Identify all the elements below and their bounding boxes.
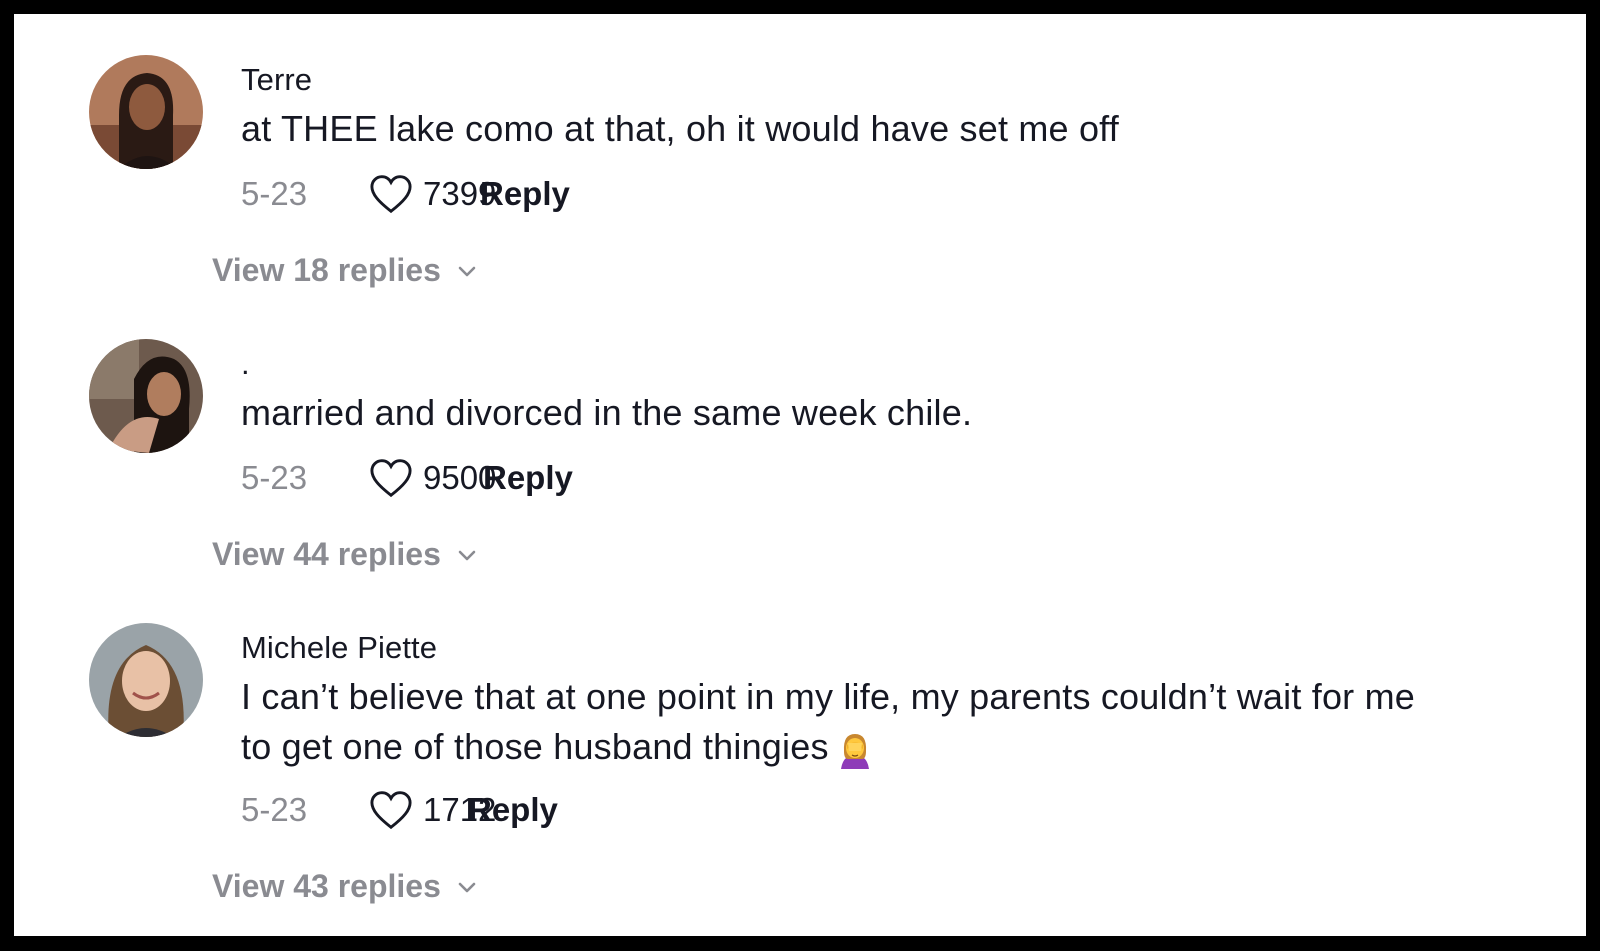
- view-replies-label: View 43 replies: [212, 868, 441, 904]
- heart-outline-icon: [370, 791, 412, 830]
- comment-text: at THEE lake como at that, oh it would h…: [241, 108, 1119, 149]
- reply-button[interactable]: Reply: [480, 175, 570, 213]
- comment-username[interactable]: Terre: [241, 62, 312, 98]
- comment-username[interactable]: Michele Piette: [241, 630, 437, 666]
- avatar[interactable]: [89, 623, 203, 737]
- reply-button[interactable]: Reply: [468, 791, 558, 829]
- avatar-image: [89, 623, 203, 737]
- comment-meta: 5-23 9500 Reply: [241, 456, 573, 500]
- comment-date: 5-23: [241, 791, 308, 828]
- comment-text-line-wrap: to get one of those husband thingies: [241, 722, 1541, 772]
- chevron-down-icon: [458, 550, 476, 560]
- comment-text-line: I can’t believe that at one point in my …: [241, 676, 1415, 717]
- reply-button[interactable]: Reply: [483, 459, 573, 497]
- view-replies-button[interactable]: View 18 replies: [212, 252, 479, 289]
- comment-text: I can’t believe that at one point in my …: [241, 672, 1541, 772]
- avatar-image: [89, 55, 203, 169]
- view-replies-label: View 44 replies: [212, 536, 441, 572]
- face-palm-emoji: [840, 734, 869, 770]
- comment-text: married and divorced in the same week ch…: [241, 392, 973, 433]
- comment-date: 5-23: [241, 459, 308, 496]
- view-replies-label: View 18 replies: [212, 252, 441, 288]
- comment-text-line: to get one of those husband thingies: [241, 726, 829, 767]
- view-replies-button[interactable]: View 44 replies: [212, 536, 479, 573]
- chevron-down-icon: [458, 266, 476, 276]
- avatar[interactable]: [89, 339, 203, 453]
- comment-meta: 5-23 7399 Reply: [241, 172, 570, 216]
- chevron-down-icon: [458, 882, 476, 892]
- avatar-image: [89, 339, 203, 453]
- avatar[interactable]: [89, 55, 203, 169]
- comment-date: 5-23: [241, 175, 308, 212]
- heart-outline-icon: [370, 175, 412, 214]
- comment-meta: 5-23 1712 Reply: [241, 788, 558, 832]
- comment-username[interactable]: .: [241, 346, 250, 382]
- heart-outline-icon: [370, 459, 412, 498]
- comments-panel: Terre at THEE lake como at that, oh it w…: [14, 14, 1586, 936]
- view-replies-button[interactable]: View 43 replies: [212, 868, 479, 905]
